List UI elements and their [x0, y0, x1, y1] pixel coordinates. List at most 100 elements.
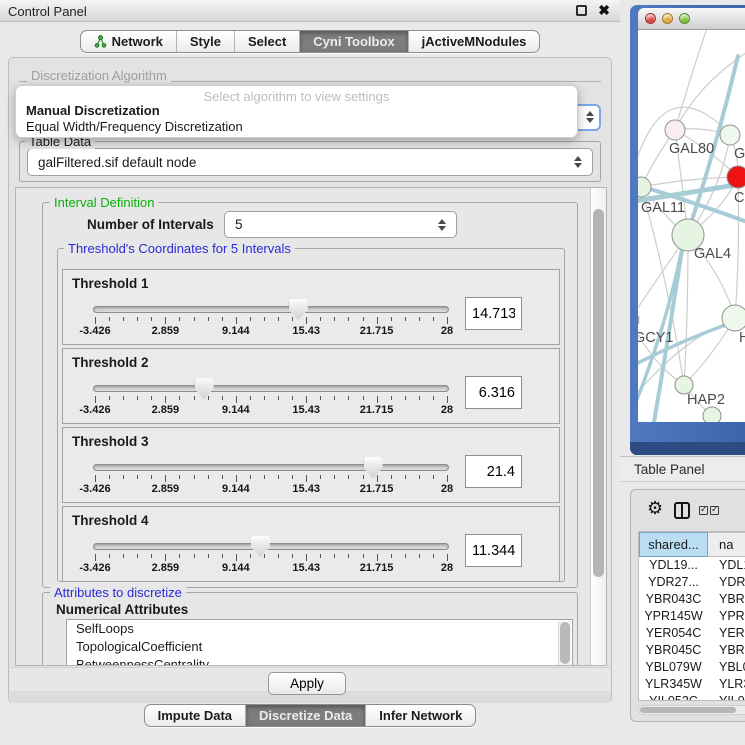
- table-row[interactable]: YBR045CYBR04: [639, 642, 745, 659]
- list-item[interactable]: TopologicalCoefficient: [67, 638, 572, 656]
- number-of-intervals-spinner[interactable]: 5: [224, 211, 457, 238]
- threshold-slider-thumb[interactable]: [195, 378, 214, 399]
- tab-jactivemnodules[interactable]: jActiveMNodules: [409, 31, 540, 52]
- tab-style[interactable]: Style: [177, 31, 235, 52]
- apply-button[interactable]: Apply: [268, 672, 346, 695]
- control-panel-titlebar: Control Panel ✖: [0, 0, 620, 22]
- node-label: GA: [734, 146, 745, 162]
- threshold-slider-thumb[interactable]: [364, 457, 383, 478]
- tick-label: -3.426: [79, 483, 110, 495]
- table-row[interactable]: YPR145WYPR14: [639, 608, 745, 625]
- table-row[interactable]: YIL052CYIL05: [639, 693, 745, 701]
- cyni-bottom-tabs: Impute DataDiscretize DataInfer Network: [0, 704, 620, 727]
- table-scrollbar-thumb[interactable]: [640, 707, 736, 713]
- table-row[interactable]: YDR27...YDR27: [639, 574, 745, 591]
- tick-label: 2.859: [152, 483, 180, 495]
- table-panel-container: ⚙ shared... na YDL19...YDL19YDR27...YDR2…: [630, 489, 745, 722]
- checkbox-icon: [710, 506, 719, 515]
- tick-mark: [363, 554, 364, 558]
- node-attribute-table[interactable]: shared... na YDL19...YDL19YDR27...YDR27Y…: [638, 531, 745, 701]
- checkboxes-icon[interactable]: [699, 506, 719, 515]
- table-row[interactable]: YER054CYER05: [639, 625, 745, 642]
- table-row[interactable]: YLR345WYLR34: [639, 676, 745, 693]
- attribute-list-scrollbar[interactable]: [558, 621, 571, 666]
- threshold-value-field[interactable]: [465, 297, 522, 330]
- tick-mark: [447, 317, 448, 324]
- checkbox-icon: [699, 506, 708, 515]
- bottom-tab-discretize-data[interactable]: Discretize Data: [246, 705, 366, 726]
- table-data-combo[interactable]: galFiltered.sif default node: [27, 148, 593, 176]
- columns-icon[interactable]: [674, 502, 690, 519]
- tick-mark: [137, 396, 138, 400]
- tab-cyni-toolbox[interactable]: Cyni Toolbox: [300, 31, 408, 52]
- list-item[interactable]: SelfLoops: [67, 620, 572, 638]
- column-header-shared-name[interactable]: shared...: [639, 532, 708, 557]
- cell-name: YBR04: [708, 642, 745, 659]
- control-panel-tabs: NetworkStyleSelectCyni ToolboxjActiveMNo…: [0, 30, 620, 53]
- zoom-traffic-light-icon[interactable]: [679, 13, 690, 24]
- network-canvas[interactable]: GAL80GAGAL11CGAL4GCY1HHAP2: [638, 30, 745, 422]
- tick-mark: [278, 396, 279, 400]
- node-label: GAL80: [669, 141, 714, 157]
- table-row[interactable]: YDL19...YDL19: [639, 557, 745, 574]
- table-body: YDL19...YDL19YDR27...YDR27YBR043CYBR04YP…: [639, 557, 745, 701]
- bottom-tab-infer-network[interactable]: Infer Network: [366, 705, 475, 726]
- bottom-tab-impute-data[interactable]: Impute Data: [145, 705, 246, 726]
- close-traffic-light-icon[interactable]: [645, 13, 656, 24]
- panel-vertical-scrollbar[interactable]: [590, 188, 606, 665]
- column-header-name[interactable]: na: [708, 532, 745, 557]
- tick-mark: [109, 554, 110, 558]
- tick-label: -3.426: [79, 562, 110, 574]
- tick-mark: [194, 317, 195, 321]
- list-item[interactable]: BetweennessCentrality: [67, 656, 572, 666]
- threshold-label: Threshold 2: [72, 355, 149, 370]
- threshold-value-field[interactable]: [465, 455, 522, 488]
- tick-mark: [433, 475, 434, 479]
- tick-label: 15.43: [292, 562, 320, 574]
- tab-network[interactable]: Network: [81, 31, 177, 52]
- table-row[interactable]: YBR043CYBR04: [639, 591, 745, 608]
- popup-item-manual-discretization[interactable]: Manual Discretization: [16, 103, 577, 119]
- network-view-window: GAL80GAGAL11CGAL4GCY1HHAP2: [630, 5, 745, 455]
- thresholds-group-title: Threshold's Coordinates for 5 Intervals: [64, 241, 295, 256]
- threshold-slider-thumb[interactable]: [251, 536, 270, 557]
- tick-mark: [250, 475, 251, 479]
- threshold-box-3: Threshold 3-3.4262.8599.14415.4321.71528: [62, 427, 560, 503]
- tab-select[interactable]: Select: [235, 31, 300, 52]
- tick-mark: [179, 475, 180, 479]
- tick-mark: [292, 317, 293, 321]
- cell-name: YPR14: [708, 608, 745, 625]
- tick-mark: [194, 396, 195, 400]
- threshold-slider-track[interactable]: [93, 306, 449, 313]
- threshold-box-1: Threshold 1-3.4262.8599.14415.4321.71528: [62, 269, 560, 345]
- attribute-list-scrollbar-thumb[interactable]: [560, 622, 570, 664]
- tick-label: 21.715: [360, 562, 394, 574]
- panel-scrollbar-thumb[interactable]: [593, 209, 604, 577]
- minimize-traffic-light-icon[interactable]: [662, 13, 673, 24]
- network-window-titlebar: [638, 8, 745, 30]
- cell-shared-name: YDR27...: [639, 574, 708, 591]
- threshold-value-field[interactable]: [465, 534, 522, 567]
- tick-mark: [194, 554, 195, 558]
- table-row[interactable]: YBL079WYBL07: [639, 659, 745, 676]
- threshold-slider-track[interactable]: [93, 464, 449, 471]
- threshold-slider-track[interactable]: [93, 543, 449, 550]
- tick-mark: [123, 396, 124, 400]
- tick-mark: [137, 317, 138, 321]
- table-data-combo-value: galFiltered.sif default node: [38, 155, 196, 170]
- threshold-value-field[interactable]: [465, 376, 522, 409]
- table-horizontal-scrollbar[interactable]: [638, 705, 745, 715]
- table-panel-title: Table Panel: [634, 462, 705, 477]
- tick-mark: [208, 396, 209, 400]
- gear-icon[interactable]: ⚙: [647, 498, 663, 519]
- algorithm-dropdown-popup: Select algorithm to view settings Manual…: [15, 85, 578, 138]
- numerical-attributes-list[interactable]: SelfLoopsTopologicalCoefficientBetweenne…: [66, 619, 573, 666]
- close-icon[interactable]: ✖: [598, 2, 610, 19]
- cell-name: YDR27: [708, 574, 745, 591]
- threshold-slider-track[interactable]: [93, 385, 449, 392]
- popup-item-equal-width-frequency[interactable]: Equal Width/Frequency Discretization: [16, 119, 577, 135]
- cyni-toolbox-panel: Discretization Algorithm Select algorith…: [8, 57, 612, 703]
- tick-label: 9.144: [222, 562, 250, 574]
- tick-mark: [95, 475, 96, 482]
- float-icon[interactable]: [576, 5, 587, 16]
